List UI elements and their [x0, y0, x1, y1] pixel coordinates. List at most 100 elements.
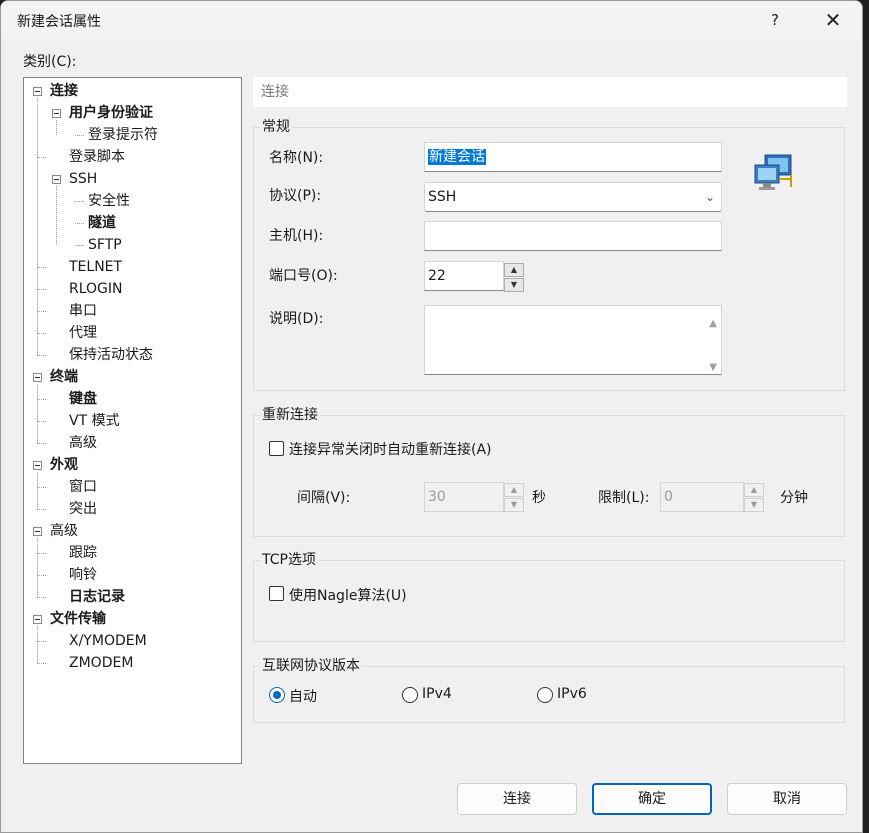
tree-guide-line	[37, 443, 46, 444]
nagle-checkbox[interactable]	[269, 586, 284, 601]
ipv4-radio[interactable]	[402, 687, 418, 703]
tree-guide-line	[75, 223, 84, 224]
network-computer-icon	[754, 154, 792, 190]
tree-item[interactable]: 登录提示符	[88, 124, 158, 146]
tree-item[interactable]: RLOGIN	[69, 278, 123, 300]
name-field[interactable]: 新建会话	[424, 142, 722, 172]
tree-guide-line	[37, 333, 46, 334]
tree-item[interactable]: 跟踪	[69, 542, 97, 564]
interval-unit: 秒	[532, 490, 546, 506]
tree-item[interactable]: 登录脚本	[69, 146, 125, 168]
ipv4-label[interactable]: IPv4	[422, 686, 452, 702]
port-field-value: 22	[428, 268, 446, 284]
interval-down-button[interactable]: ▼	[504, 498, 524, 512]
general-group-title: 常规	[260, 118, 292, 136]
tree-guide-line	[37, 421, 46, 422]
tree-guide-line	[37, 399, 46, 400]
auto-reconnect-label[interactable]: 连接异常关闭时自动重新连接(A)	[289, 439, 492, 459]
ip-version-group-title: 互联网协议版本	[260, 657, 362, 675]
tree-item[interactable]: X/YMODEM	[69, 630, 147, 652]
tree-guide-line	[37, 487, 46, 488]
protocol-select[interactable]: SSH ⌄	[424, 182, 722, 212]
tree-item[interactable]: SFTP	[88, 234, 122, 256]
tree-item[interactable]: 安全性	[88, 190, 130, 212]
tree-item[interactable]: 文件传输	[50, 608, 106, 630]
ok-button[interactable]: 确定	[592, 783, 712, 815]
port-label: 端口号(O):	[269, 268, 338, 284]
tree-guide-line	[37, 267, 46, 268]
tree-guide-line	[37, 641, 46, 642]
limit-label: 限制(L):	[598, 490, 650, 506]
tree-collapse-icon[interactable]	[33, 461, 42, 470]
panel-header: 连接	[253, 77, 847, 107]
scroll-down-icon[interactable]: ▼	[709, 354, 717, 382]
host-field[interactable]	[424, 221, 722, 251]
port-field[interactable]: 22	[424, 261, 504, 291]
tree-item[interactable]: 键盘	[69, 388, 97, 410]
limit-field-value: 0	[664, 489, 673, 505]
interval-up-button[interactable]: ▲	[504, 483, 524, 497]
tree-guide-line	[56, 120, 57, 135]
tree-item[interactable]: 终端	[50, 366, 78, 388]
tree-item[interactable]: 连接	[50, 80, 78, 102]
limit-field[interactable]: 0	[660, 482, 744, 512]
tree-item[interactable]: 响铃	[69, 564, 97, 586]
tree-item[interactable]: 突出	[69, 498, 97, 520]
nagle-label[interactable]: 使用Nagle算法(U)	[289, 585, 407, 605]
tree-item[interactable]: 高级	[50, 520, 78, 542]
tree-item[interactable]: SSH	[69, 168, 97, 190]
auto-reconnect-checkbox[interactable]	[269, 441, 284, 456]
ipv6-label[interactable]: IPv6	[557, 686, 587, 702]
interval-label: 间隔(V):	[297, 490, 351, 506]
tree-guide-line	[56, 186, 57, 245]
tree-item[interactable]: 外观	[50, 454, 78, 476]
tree-guide-line	[37, 509, 46, 510]
limit-unit: 分钟	[780, 490, 808, 506]
ip-auto-label[interactable]: 自动	[289, 686, 317, 706]
limit-down-button[interactable]: ▼	[744, 498, 764, 512]
tree-guide-line	[37, 98, 38, 355]
help-icon[interactable]: ?	[747, 1, 803, 39]
tree-item[interactable]: 保持活动状态	[69, 344, 153, 366]
scroll-up-icon[interactable]: ▲	[709, 310, 717, 338]
tree-item[interactable]: 日志记录	[69, 586, 125, 608]
tree-item[interactable]: VT 模式	[69, 410, 120, 432]
tree-collapse-icon[interactable]	[33, 87, 42, 96]
description-field[interactable]: ▲ ▼	[424, 305, 722, 375]
name-label: 名称(N):	[269, 150, 324, 166]
tree-guide-line	[37, 384, 38, 443]
port-up-button[interactable]: ▲	[504, 263, 524, 277]
tree-guide-line	[37, 626, 38, 663]
ip-auto-radio[interactable]	[269, 687, 285, 703]
tree-collapse-icon[interactable]	[52, 109, 61, 118]
tree-item[interactable]: 窗口	[69, 476, 97, 498]
tree-item[interactable]: ZMODEM	[69, 652, 133, 674]
interval-field-value: 30	[428, 489, 446, 505]
tree-item[interactable]: 串口	[69, 300, 97, 322]
tree-collapse-icon[interactable]	[52, 175, 61, 184]
ipv6-radio[interactable]	[537, 687, 553, 703]
cancel-button[interactable]: 取消	[727, 783, 847, 815]
tree-collapse-icon[interactable]	[33, 373, 42, 382]
tree-item[interactable]: 隧道	[88, 212, 116, 234]
name-field-value: 新建会话	[428, 149, 486, 165]
tree-item[interactable]: 高级	[69, 432, 97, 454]
connect-button[interactable]: 连接	[457, 783, 577, 815]
tree-guide-line	[75, 245, 84, 246]
reconnect-group-title: 重新连接	[260, 406, 320, 424]
tree-guide-line	[75, 201, 84, 202]
interval-stepper: ▲ ▼	[504, 483, 524, 513]
interval-field[interactable]: 30	[424, 482, 504, 512]
tree-item[interactable]: 代理	[69, 322, 97, 344]
port-down-button[interactable]: ▼	[504, 278, 524, 292]
tree-item[interactable]: 用户身份验证	[69, 102, 153, 124]
tree-collapse-icon[interactable]	[33, 527, 42, 536]
protocol-label: 协议(P):	[269, 188, 322, 204]
category-tree[interactable]: 连接 用户身份验证 登录提示符 登录脚本 SSH 安全性 隧道 SFTP TELNET RLOGI…	[23, 77, 242, 764]
tcp-group-title: TCP选项	[260, 551, 318, 569]
tree-collapse-icon[interactable]	[33, 615, 42, 624]
tree-item[interactable]: TELNET	[69, 256, 122, 278]
limit-up-button[interactable]: ▲	[744, 483, 764, 497]
tree-guide-line	[37, 311, 46, 312]
close-icon[interactable]: ✕	[805, 1, 861, 39]
